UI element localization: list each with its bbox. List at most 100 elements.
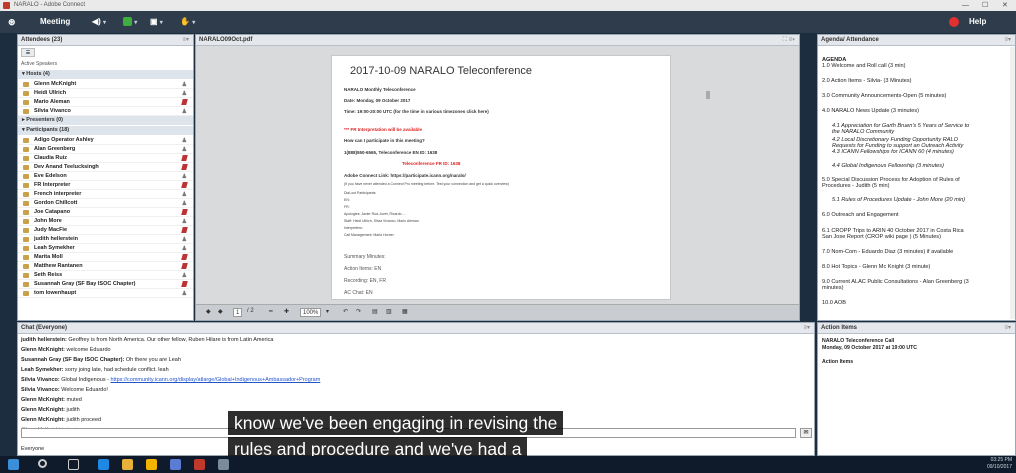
attendee-participant[interactable]: Adigo Operator Ashley ♟ xyxy=(18,136,193,145)
scroll-handle[interactable] xyxy=(706,91,710,99)
attendee-participant[interactable]: Seth Reiss ♟ xyxy=(18,271,193,280)
presenters-section[interactable]: ▸ Presenters (0) xyxy=(18,116,193,125)
attendee-participant[interactable]: Leah Symekher ♟ xyxy=(18,244,193,253)
user-icon xyxy=(23,156,29,161)
action-items-header: Action Items ≡▾ xyxy=(818,323,1015,334)
participants-section[interactable]: ▾ Participants (18) xyxy=(18,126,193,135)
panel-menu-icon[interactable]: ≡▾ xyxy=(1004,35,1011,46)
fit-width-icon[interactable]: ▥ xyxy=(386,308,392,315)
sync-icon[interactable]: ▦ xyxy=(402,308,408,315)
chat-sender: Silvia Vivanco: xyxy=(21,377,60,383)
adobe-connect-window: { "window_title":"NARALO - Adobe Connect… xyxy=(0,0,1016,473)
panel-menu-icon[interactable]: ≡▾ xyxy=(1004,323,1011,334)
rotate-right-icon[interactable]: ↷ xyxy=(356,308,361,315)
agenda-scrollbar[interactable] xyxy=(1010,47,1015,319)
share-menu-icon[interactable]: ⛶ ≡▾ xyxy=(783,35,795,46)
hosts-section[interactable]: ▾ Hosts (4) xyxy=(18,70,193,79)
attendee-participant[interactable]: Alan Greenberg ♟ xyxy=(18,145,193,154)
chrome-icon[interactable] xyxy=(146,459,157,470)
chat-sender: Glenn McKnight: xyxy=(21,397,65,403)
status-icon[interactable]: ✋ ▾ xyxy=(180,11,195,33)
close-icon[interactable]: ✕ xyxy=(1002,0,1008,11)
doc-small: Staff: Heidi Ullrich, Silvia Vivanco, Ma… xyxy=(344,219,419,223)
agenda-title: Agenda/ Attendance xyxy=(821,37,879,43)
attendee-participant[interactable]: FR Interpreter xyxy=(18,181,193,190)
doc-small: EN: xyxy=(344,198,350,202)
action-line: NARALO Teleconference Call xyxy=(822,338,895,344)
attendee-participant[interactable]: Judy MacFie xyxy=(18,226,193,235)
app-icon[interactable] xyxy=(170,459,181,470)
attendee-host[interactable]: Heidi Ullrich ♟ xyxy=(18,89,193,98)
next-page-icon[interactable]: ◆ xyxy=(218,308,223,315)
chat-message: Silvia Vivanco: Welcome Eduardo! xyxy=(21,387,108,393)
task-view-icon[interactable] xyxy=(68,459,79,470)
attendee-participant[interactable]: Claudia Ruiz xyxy=(18,154,193,163)
view-toggle-icon[interactable]: ☰ xyxy=(21,48,35,57)
search-icon[interactable] xyxy=(38,459,47,468)
agenda-item: 7.0 Nom-Com - Eduardo Diaz (3 minutes) i… xyxy=(822,249,954,255)
send-icon[interactable]: ✉ xyxy=(800,428,812,438)
camera-icon[interactable]: ▣ ▾ xyxy=(150,11,163,33)
doc-fr-note: *** FR Interpretation will be available xyxy=(344,127,423,132)
attendee-participant[interactable]: Dev Anand Teelucksingh xyxy=(18,163,193,172)
attendee-participant[interactable]: Joe Catapano xyxy=(18,208,193,217)
chat-link[interactable]: https://community.icann.org/display/atla… xyxy=(111,377,321,383)
agenda-item: San Jose Report (CROP wiki page ) (5 Min… xyxy=(822,234,941,240)
pdf-toolbar: ◆ ◆ 1 / 2 ━ ✚ 100% ▾ ↶ ↷ ▤ ▥ ▦ xyxy=(196,304,799,320)
attendee-participant[interactable]: judith hellerstein ♟ xyxy=(18,235,193,244)
agenda-item: 2.0 Action Items - Silvia- (3 Minutes) xyxy=(822,78,912,84)
maximize-icon[interactable]: ☐ xyxy=(982,0,988,11)
attendee-host[interactable]: Glenn McKnight ♟ xyxy=(18,80,193,89)
zoom-in-icon[interactable]: ✚ xyxy=(284,308,289,315)
app-icon[interactable] xyxy=(194,459,205,470)
minimize-icon[interactable]: — xyxy=(962,0,969,11)
panel-menu-icon[interactable]: ≡▾ xyxy=(182,35,189,46)
edge-icon[interactable] xyxy=(98,459,109,470)
menu-bar: ⊛ Meeting ◀) ▾ ▾ ▣ ▾ ✋ ▾ Help xyxy=(0,11,1016,33)
attendee-participant[interactable]: tom lowenhaupt ♟ xyxy=(18,289,193,298)
attendee-host[interactable]: Silvia Vivanco ♟ xyxy=(18,107,193,116)
doc-small: Dial-out Participants: xyxy=(344,191,377,195)
meeting-menu[interactable]: Meeting xyxy=(40,11,70,33)
zoom-out-icon[interactable]: ━ xyxy=(269,308,273,315)
page-input[interactable]: 1 xyxy=(233,308,243,317)
user-icon xyxy=(23,91,29,96)
attendee-participant[interactable]: Gordon Chillcott ♟ xyxy=(18,199,193,208)
chat-message: Glenn McKnight: judith proceed xyxy=(21,417,101,423)
attendee-participant[interactable]: Matthew Rantanen xyxy=(18,262,193,271)
zoom-select[interactable]: 100% xyxy=(300,308,322,317)
doc-ac-link[interactable]: Adobe Connect Link: https://participate.… xyxy=(344,173,466,178)
microphone-icon xyxy=(181,263,188,269)
attendee-participant[interactable]: Marita Moll xyxy=(18,253,193,262)
attendee-name: Heidi Ullrich xyxy=(34,90,67,96)
app-icon[interactable] xyxy=(218,459,229,470)
agenda-item: 3.0 Community Announcements-Open (5 minu… xyxy=(822,93,947,99)
microphone-icon[interactable]: ▾ xyxy=(123,11,137,33)
doc-summary: AC Chat: EN xyxy=(344,290,373,296)
attendee-participant[interactable]: Susannah Gray (SF Bay ISOC Chapter) xyxy=(18,280,193,289)
user-icon xyxy=(23,246,29,251)
recipient-select[interactable]: Everyone xyxy=(21,446,44,452)
help-menu[interactable]: Help xyxy=(969,11,986,33)
doc-phone: 1(888)550-6565, Teleconference EN ID: 16… xyxy=(344,150,438,155)
speaker-icon[interactable]: ◀) ▾ xyxy=(92,11,106,33)
attendee-host[interactable]: Mario Aleman xyxy=(18,98,193,107)
windows-start-icon[interactable] xyxy=(8,459,19,470)
zoom-dropdown-icon[interactable]: ▾ xyxy=(326,308,329,315)
panel-menu-icon[interactable]: ≡▾ xyxy=(803,323,810,334)
user-icon xyxy=(23,273,29,278)
attendee-participant[interactable]: Eve Edelson ♟ xyxy=(18,172,193,181)
attendee-participant[interactable]: French interpreter ♟ xyxy=(18,190,193,199)
rotate-left-icon[interactable]: ↶ xyxy=(343,308,348,315)
user-icon xyxy=(23,282,29,287)
caption-line-1: know we've been engaging in revising the xyxy=(228,411,564,435)
doc-small: FR: xyxy=(344,205,350,209)
file-explorer-icon[interactable] xyxy=(122,459,133,470)
prev-page-icon[interactable]: ◆ xyxy=(206,308,211,315)
attendee-participant[interactable]: John More ♟ xyxy=(18,217,193,226)
attendee-name: Silvia Vivanco xyxy=(34,108,71,114)
agenda-item: 4.3 ICANN Fellowships for ICANN 60 (4 mi… xyxy=(832,149,954,155)
fit-page-icon[interactable]: ▤ xyxy=(372,308,378,315)
chat-sender: Glenn McKnight: xyxy=(21,407,65,413)
agenda-item: 6.0 Outreach and Engagement xyxy=(822,212,899,218)
